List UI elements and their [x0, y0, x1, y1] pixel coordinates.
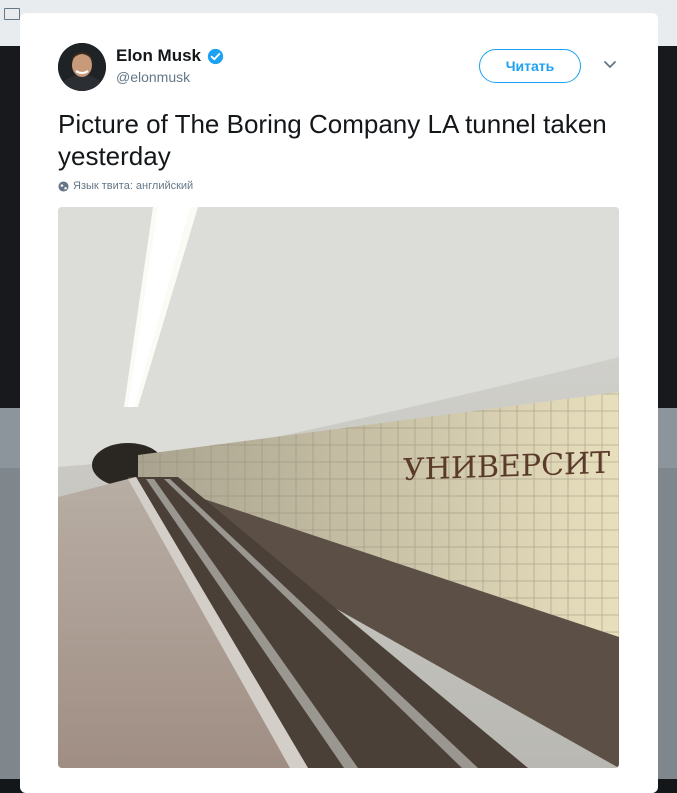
language-note-text: Язык твита: английский: [73, 180, 194, 192]
user-handle[interactable]: @elonmusk: [116, 69, 190, 85]
globe-icon: [58, 180, 69, 192]
tweet-text: Picture of The Boring Company LA tunnel …: [58, 109, 607, 171]
verified-badge-icon: [207, 48, 224, 64]
station-sign: УНИВЕРСИТ: [403, 446, 610, 488]
display-name[interactable]: Elon Musk: [116, 46, 224, 66]
language-note: Язык твита: английский: [58, 180, 193, 192]
mail-icon[interactable]: [4, 8, 20, 20]
tweet-photo[interactable]: УНИВЕРСИТ: [58, 207, 619, 768]
tweet-modal: Elon Musk @elonmusk Читать Picture of Th…: [20, 13, 658, 793]
follow-button[interactable]: Читать: [479, 49, 581, 83]
display-name-text[interactable]: Elon Musk: [116, 46, 201, 66]
avatar[interactable]: [58, 43, 106, 91]
chevron-down-icon[interactable]: [603, 60, 617, 70]
